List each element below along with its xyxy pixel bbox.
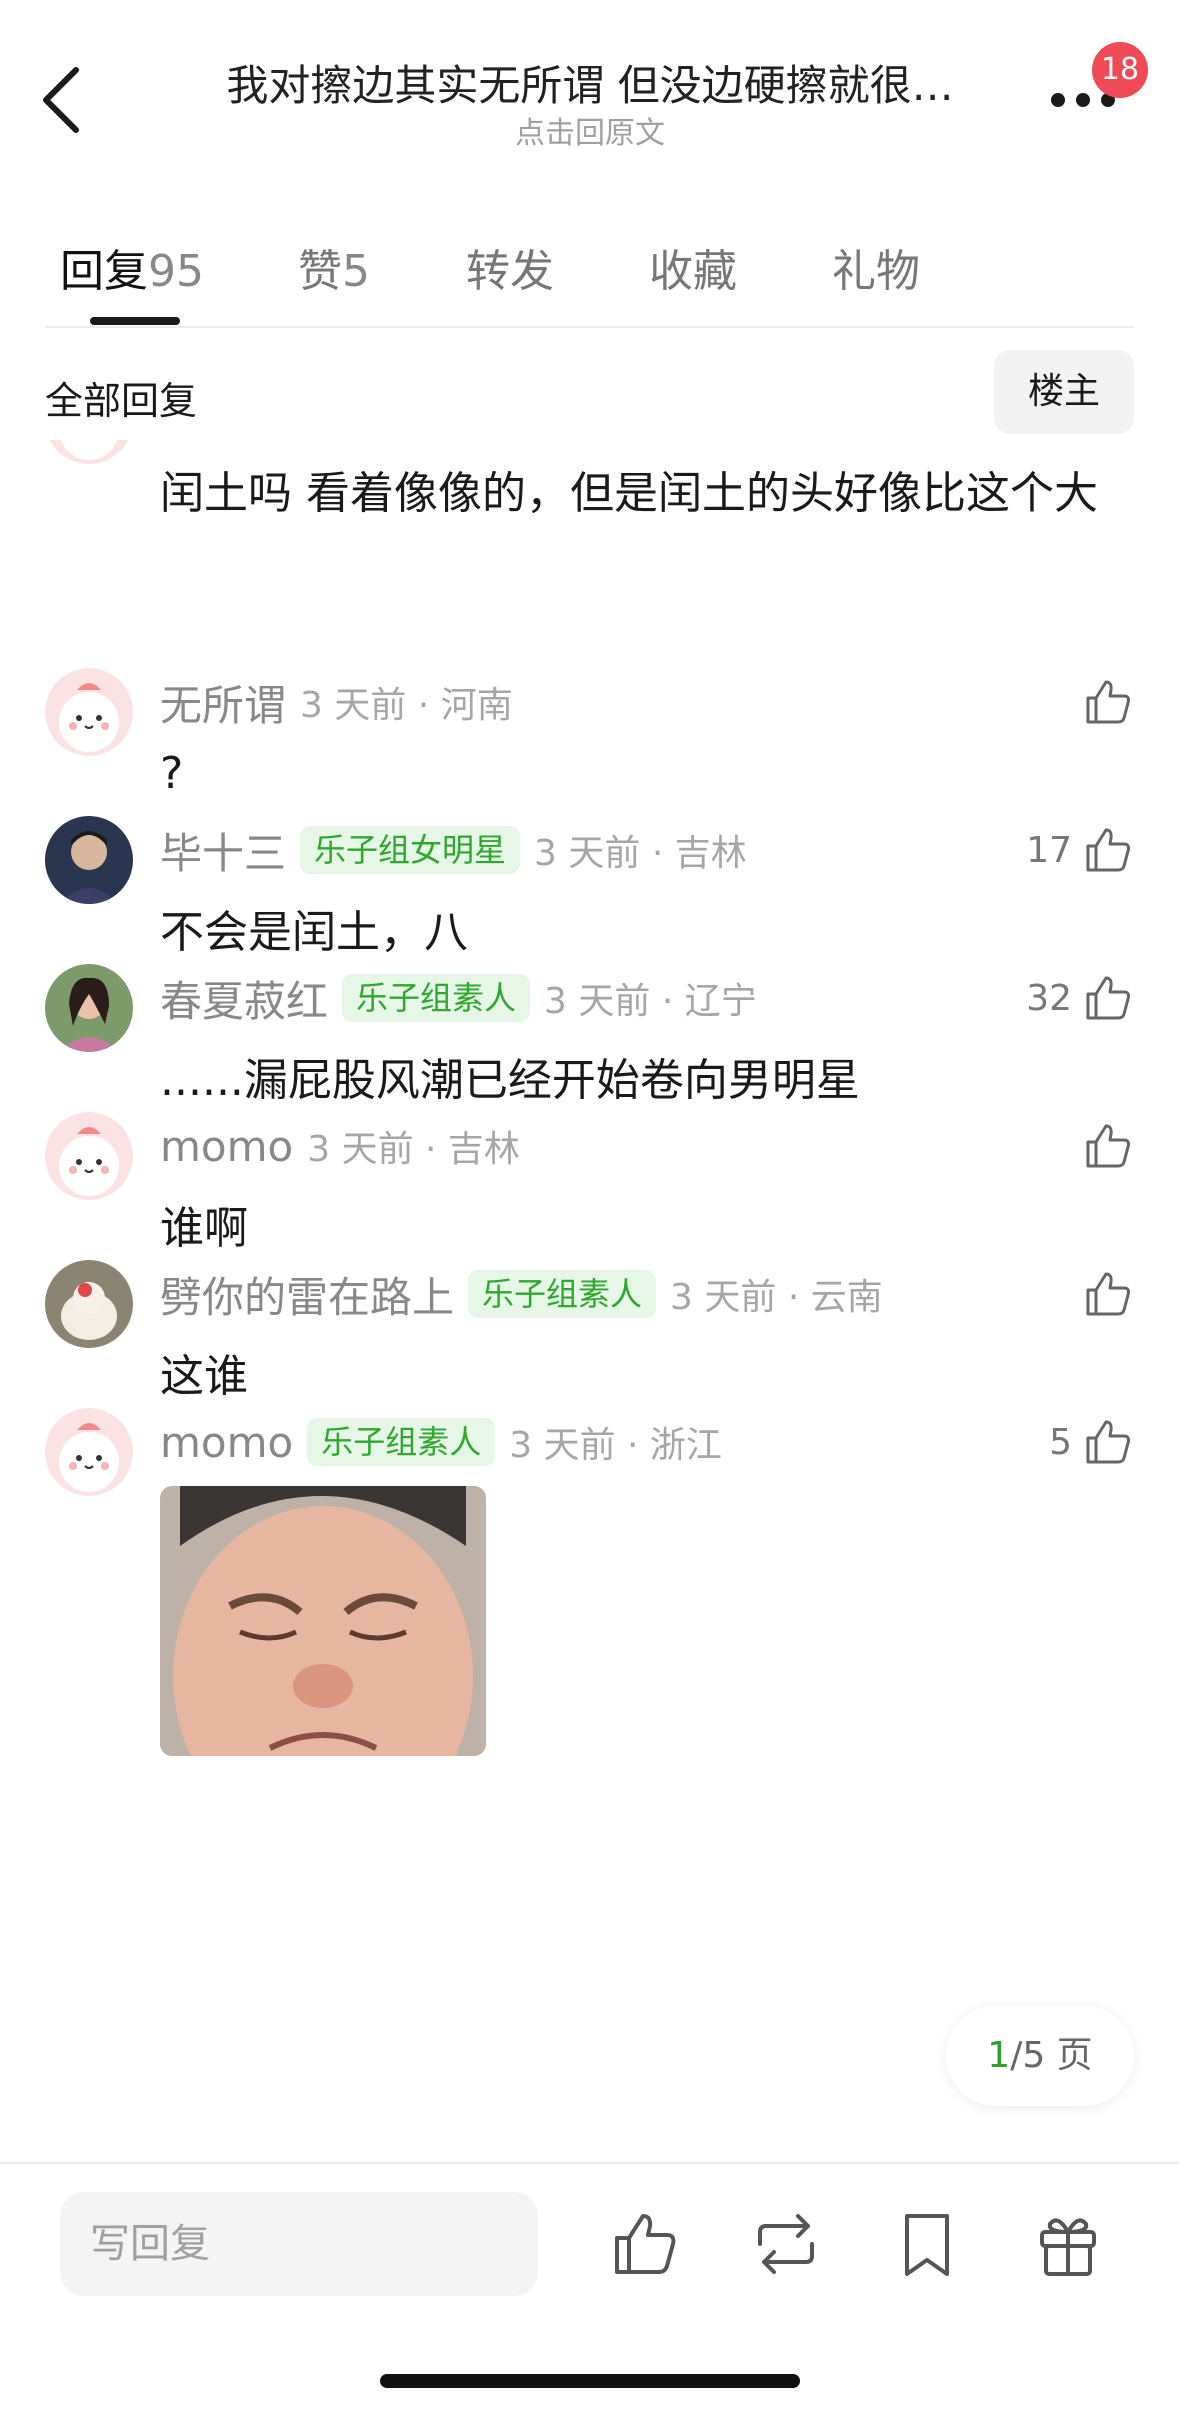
like-count: 5: [1049, 1421, 1072, 1463]
group-tag: 乐子组素人: [468, 1270, 657, 1318]
post-title[interactable]: 我对擦边其实无所谓 但没边硬擦就很…: [160, 52, 1020, 113]
comment-text: 闰土吗 看着像像的，但是闰土的头好像比这个大: [160, 468, 1098, 519]
tab-count: 5: [342, 246, 370, 297]
avatar[interactable]: [45, 964, 133, 1052]
current-page: 1: [987, 2035, 1011, 2076]
thumbs-up-icon: [1086, 828, 1130, 872]
notification-badge: 18: [1092, 42, 1148, 98]
username[interactable]: 无所谓: [160, 672, 286, 733]
thumbs-up-icon: [1086, 1124, 1130, 1168]
comment-time: 3 天前 · 吉林: [534, 833, 747, 874]
gift-icon[interactable]: [1032, 2208, 1104, 2280]
comment-time: 3 天前 · 吉林: [307, 1129, 520, 1170]
comment-text: 谁啊: [160, 1203, 248, 1254]
username[interactable]: 春夏菽红: [160, 968, 328, 1029]
group-tag: 乐子组素人: [307, 1418, 496, 1466]
tab-label: 礼物: [832, 246, 920, 297]
thumbs-up-icon: [1086, 1420, 1130, 1464]
tab-count: 95: [148, 246, 204, 297]
all-replies-label: 全部回复: [45, 379, 198, 423]
chevron-left-icon[interactable]: [34, 64, 94, 136]
thumbs-up-icon: [1086, 1272, 1130, 1316]
like-button[interactable]: [1082, 672, 1134, 732]
thumbs-up-icon[interactable]: [609, 2208, 681, 2280]
avatar[interactable]: [45, 668, 133, 756]
comment-meta: momo 3 天前 · 吉林: [160, 1116, 520, 1176]
like-button[interactable]: [1082, 1116, 1134, 1176]
username[interactable]: momo: [160, 1122, 293, 1171]
home-indicator: [380, 2374, 800, 2388]
avatar[interactable]: [45, 1408, 133, 1496]
avatar[interactable]: [45, 1260, 133, 1348]
comment-text: ?: [160, 748, 184, 799]
tab-bar: 回复95 赞5 转发 收藏 礼物: [0, 190, 1179, 330]
tab-gifts[interactable]: 礼物: [832, 235, 920, 299]
like-count: 17: [1026, 829, 1072, 871]
reply-image[interactable]: [160, 1486, 486, 1756]
avatar[interactable]: [45, 816, 133, 904]
username[interactable]: 毕十三: [160, 820, 286, 881]
comment-time: 3 天前 · 河南: [300, 685, 513, 726]
like-button[interactable]: 5: [1049, 1412, 1134, 1472]
like-button[interactable]: [1082, 1264, 1134, 1324]
owner-filter-button[interactable]: 楼主: [994, 350, 1134, 434]
comment-meta: 劈你的雷在路上 乐子组素人 3 天前 · 云南: [160, 1264, 883, 1324]
top-bar: 我对擦边其实无所谓 但没边硬擦就很… 点击回原文 18: [0, 0, 1179, 190]
total-pages: /5 页: [1010, 2035, 1093, 2076]
comment-meta: 无所谓 3 天前 · 河南: [160, 672, 513, 732]
reply-input[interactable]: 写回复: [60, 2192, 538, 2296]
divider: [45, 326, 1134, 328]
username[interactable]: 劈你的雷在路上: [160, 1264, 454, 1325]
tab-label: 收藏: [649, 246, 737, 297]
comment-text: ......漏屁股风潮已经开始卷向男明星: [160, 1055, 860, 1106]
tab-replies[interactable]: 回复95: [60, 235, 204, 299]
avatar[interactable]: [45, 440, 133, 464]
bottom-action-bar: 写回复: [0, 2162, 1179, 2417]
back-to-original-link[interactable]: 点击回原文: [160, 108, 1020, 152]
tab-reposts[interactable]: 转发: [466, 235, 554, 299]
avatar[interactable]: [45, 1112, 133, 1200]
like-button[interactable]: 32: [1026, 968, 1134, 1028]
active-tab-indicator: [90, 317, 180, 325]
thumbs-up-icon: [1086, 680, 1130, 724]
comment-text: 这谁: [160, 1351, 248, 1402]
bookmark-icon[interactable]: [891, 2208, 963, 2280]
tab-likes[interactable]: 赞5: [298, 235, 370, 299]
like-count: 32: [1026, 977, 1072, 1019]
comment-text: 不会是闰土，八: [160, 907, 468, 958]
username[interactable]: momo: [160, 1418, 293, 1467]
thumbs-up-icon: [1086, 976, 1130, 1020]
tab-favorites[interactable]: 收藏: [649, 235, 737, 299]
tab-label: 回复: [60, 246, 148, 297]
comment-time: 3 天前 · 云南: [670, 1277, 883, 1318]
repost-icon[interactable]: [750, 2208, 822, 2280]
comment-time: 3 天前 · 浙江: [509, 1425, 722, 1466]
tab-label: 赞: [298, 246, 342, 297]
page-indicator[interactable]: 1/5 页: [946, 2006, 1134, 2106]
comment-meta: 春夏菽红 乐子组素人 3 天前 · 辽宁: [160, 968, 757, 1028]
tab-label: 转发: [466, 246, 554, 297]
group-tag: 乐子组素人: [342, 974, 531, 1022]
group-tag: 乐子组女明星: [300, 826, 521, 874]
comment-time: 3 天前 · 辽宁: [544, 981, 757, 1022]
comment-meta: 毕十三 乐子组女明星 3 天前 · 吉林: [160, 820, 747, 880]
comment-meta: momo 乐子组素人 3 天前 · 浙江: [160, 1412, 722, 1472]
comment-item: momo 乐子组素人 3 天前 · 浙江 5: [0, 1408, 1179, 1768]
like-button[interactable]: 17: [1026, 820, 1134, 880]
comment-list[interactable]: 闰土吗 看着像像的，但是闰土的头好像比这个大 无所谓 3 天前 · 河南 ? 毕…: [0, 440, 1179, 2162]
